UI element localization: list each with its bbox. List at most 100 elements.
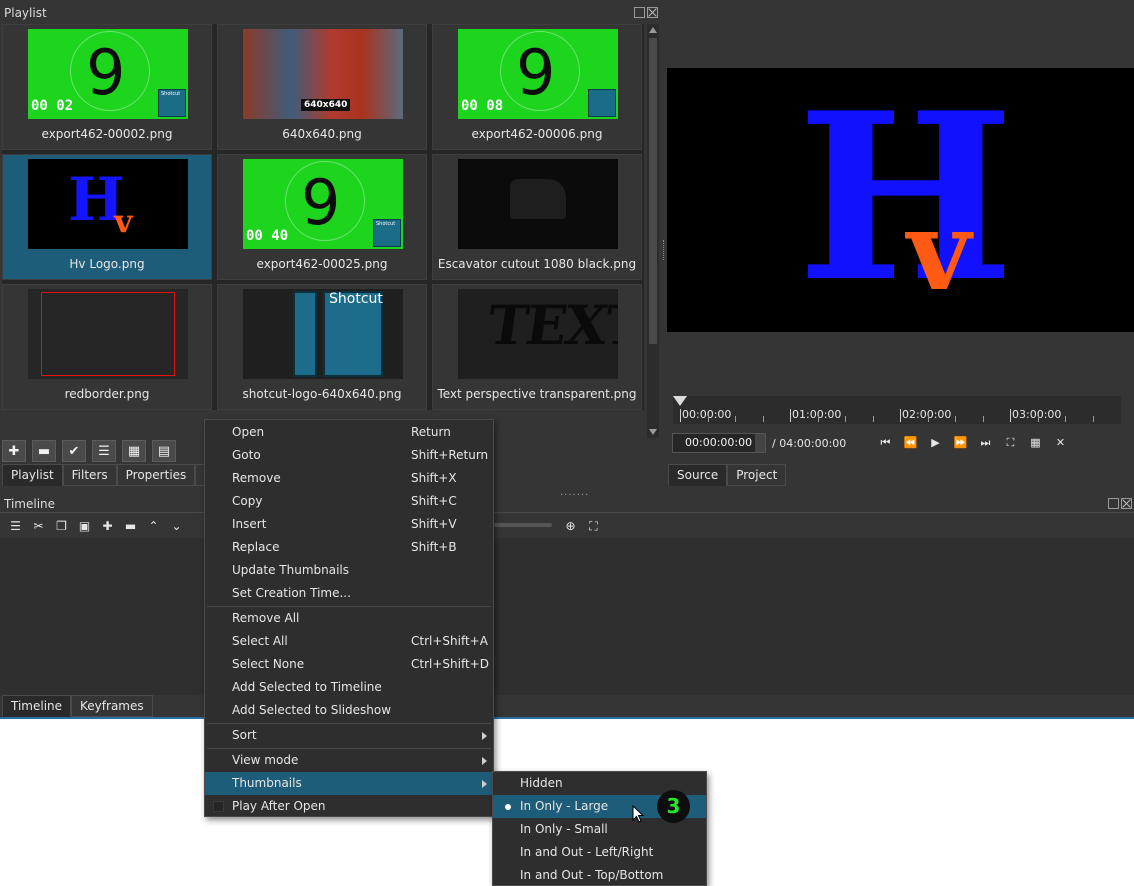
- menu-item-remove-all[interactable]: Remove All: [205, 607, 493, 630]
- window-edge: [0, 717, 1134, 719]
- menu-item-remove[interactable]: Remove Shift+X: [205, 467, 493, 490]
- timeline-tracks[interactable]: [0, 538, 1134, 695]
- menu-item-set-creation-time[interactable]: Set Creation Time...: [205, 582, 493, 605]
- logo-bar: [293, 291, 317, 377]
- playlist-item[interactable]: TEXT Text perspective transparent.png: [432, 284, 642, 410]
- menu-item-goto[interactable]: Goto Shift+Return: [205, 444, 493, 467]
- volume-mute-icon[interactable]: ✕: [1051, 434, 1070, 452]
- lift-icon[interactable]: ⌃: [144, 517, 163, 535]
- skip-to-end-icon[interactable]: ⏭: [976, 434, 995, 452]
- tab-source[interactable]: Source: [668, 464, 728, 486]
- viewer-logo-h: H: [797, 68, 1015, 332]
- playlist-item[interactable]: Hv Hv Logo.png: [2, 154, 212, 280]
- paste-icon[interactable]: ▣: [75, 517, 94, 535]
- checkbox-icon[interactable]: [213, 801, 224, 812]
- timeline-zoom-slider[interactable]: [492, 523, 552, 527]
- icons-view-icon: ▤: [157, 443, 171, 459]
- playlist-item-label: export462-00002.png: [41, 127, 173, 141]
- playlist-item[interactable]: 9 00 40 Shotcut export462-00025.png: [217, 154, 427, 280]
- scrollbar-thumb[interactable]: [649, 38, 657, 344]
- shotcut-mini-logo-text: Shotcut: [161, 91, 181, 97]
- zoom-in-icon[interactable]: ⊕: [561, 517, 580, 535]
- copy-icon[interactable]: ❐: [52, 517, 71, 535]
- float-icon[interactable]: [1108, 498, 1119, 509]
- mouse-cursor-icon: [632, 805, 645, 823]
- grid-icon[interactable]: ▦: [1026, 434, 1045, 452]
- ruler-minor-tick: [872, 416, 874, 422]
- playlist-scrollbar[interactable]: [647, 24, 659, 438]
- tab-filters[interactable]: Filters: [62, 464, 117, 486]
- menu-item-copy[interactable]: Copy Shift+C: [205, 490, 493, 513]
- close-icon[interactable]: [1121, 498, 1132, 509]
- tiles-view-button[interactable]: ▦: [122, 440, 146, 462]
- menu-item-select-all[interactable]: Select All Ctrl+Shift+A: [205, 630, 493, 653]
- remove-icon[interactable]: ▬: [121, 517, 140, 535]
- fast-forward-icon[interactable]: ⏩: [951, 434, 970, 452]
- timecode-field[interactable]: 00:00:00:00: [672, 433, 766, 453]
- tab-project[interactable]: Project: [727, 464, 787, 486]
- timecode-spinner[interactable]: [755, 434, 765, 452]
- append-icon[interactable]: ✚: [98, 517, 117, 535]
- menu-item-open[interactable]: Open Return: [205, 421, 493, 444]
- tab-playlist[interactable]: Playlist: [2, 464, 63, 486]
- thumbnail-image: 9 00 08: [458, 29, 618, 119]
- submenu-item-in-and-out-left-right[interactable]: In and Out - Left/Right: [493, 841, 706, 864]
- submenu-item-label: In and Out - Top/Bottom: [520, 868, 664, 882]
- add-icon: ✚: [8, 443, 20, 459]
- menu-item-select-none[interactable]: Select None Ctrl+Shift+D: [205, 653, 493, 676]
- icons-view-button[interactable]: ▤: [152, 440, 176, 462]
- viewer-splitter[interactable]: [663, 240, 666, 260]
- remove-button[interactable]: ▬: [32, 440, 56, 462]
- playlist-item[interactable]: 9 00 08 export462-00006.png: [432, 24, 642, 150]
- menu-item-shortcut: Return: [411, 425, 451, 439]
- submenu-item-label: In Only - Small: [520, 822, 608, 836]
- add-button[interactable]: ✚: [2, 440, 26, 462]
- scroll-down-icon[interactable]: [649, 429, 657, 435]
- timeline-menu-icon[interactable]: ☰: [6, 517, 25, 535]
- menu-item-view-mode[interactable]: View mode: [205, 749, 493, 772]
- submenu-item-in-and-out-top-bottom[interactable]: In and Out - Top/Bottom: [493, 864, 706, 886]
- zoom-fit-icon[interactable]: ⛶: [584, 517, 603, 535]
- cut-icon[interactable]: ✂: [29, 517, 48, 535]
- menu-item-label: Update Thumbnails: [232, 563, 349, 577]
- tab-keyframes[interactable]: Keyframes: [71, 695, 153, 717]
- menu-item-update-thumbnails[interactable]: Update Thumbnails: [205, 559, 493, 582]
- menu-item-thumbnails[interactable]: Thumbnails: [205, 772, 493, 795]
- splitter-handle[interactable]: .......: [560, 487, 589, 498]
- details-view-button[interactable]: ☰: [92, 440, 116, 462]
- playhead-icon[interactable]: [673, 396, 687, 406]
- menu-item-insert[interactable]: Insert Shift+V: [205, 513, 493, 536]
- update-button[interactable]: ✔: [62, 440, 86, 462]
- playlist-item[interactable]: 9 00 02 Shotcut export462-00002.png: [2, 24, 212, 150]
- details-view-icon: ☰: [98, 443, 110, 459]
- tab-timeline[interactable]: Timeline: [2, 695, 72, 717]
- menu-item-play-after-open[interactable]: Play After Open: [205, 795, 493, 818]
- submenu-arrow-icon: [482, 780, 487, 788]
- overwrite-icon[interactable]: ⌄: [167, 517, 186, 535]
- ruler-minor-tick: [762, 416, 764, 422]
- menu-item-replace[interactable]: Replace Shift+B: [205, 536, 493, 559]
- playlist-item[interactable]: redborder.png: [2, 284, 212, 410]
- menu-item-add-selected-to-slideshow[interactable]: Add Selected to Slideshow: [205, 699, 493, 722]
- scroll-up-icon[interactable]: [649, 27, 657, 33]
- rewind-icon[interactable]: ⏪: [901, 434, 920, 452]
- time-ruler[interactable]: 00:00:00 01:00:00 02:00:00 03:00:00: [673, 396, 1121, 424]
- zoom-icon[interactable]: ⛶: [1001, 434, 1020, 452]
- playlist-item[interactable]: Escavator cutout 1080 black.png: [432, 154, 642, 280]
- menu-item-shortcut: Shift+X: [411, 471, 457, 485]
- playlist-context-menu: Open Return Goto Shift+Return Remove Shift+X C…: [204, 419, 494, 817]
- menu-item-add-selected-to-timeline[interactable]: Add Selected to Timeline: [205, 676, 493, 699]
- menu-item-sort[interactable]: Sort: [205, 724, 493, 747]
- skip-to-start-icon[interactable]: ⏮: [876, 434, 895, 452]
- float-icon[interactable]: [634, 7, 645, 18]
- tab-properties[interactable]: Properties: [116, 464, 196, 486]
- tiles-view-icon: ▦: [127, 443, 141, 459]
- excavator-silhouette: [510, 179, 566, 219]
- video-viewer[interactable]: H v: [667, 68, 1134, 332]
- shotcut-mini-logo: Shotcut: [158, 89, 186, 117]
- close-icon[interactable]: [647, 7, 658, 18]
- play-icon[interactable]: ▶: [926, 434, 945, 452]
- playlist-item[interactable]: 640x640 640x640.png: [217, 24, 427, 150]
- playlist-grid[interactable]: 9 00 02 Shotcut export462-00002.png 640x640 6…: [2, 24, 644, 410]
- playlist-item[interactable]: Shotcut shotcut-logo-640x640.png: [217, 284, 427, 410]
